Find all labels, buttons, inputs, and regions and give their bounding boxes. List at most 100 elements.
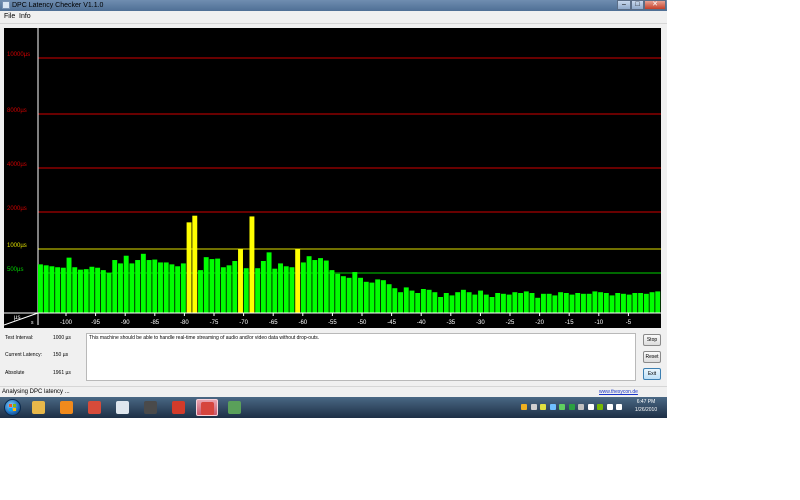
latency-chart: 10000µs 8000µs 4000µs 2000µs 1000µs 500µs µs s -…: [4, 28, 661, 328]
x-tick-label: -40: [417, 320, 426, 326]
latency-bar: [152, 259, 158, 313]
message-box: This machine should be able to handle re…: [86, 333, 636, 381]
latency-bar: [289, 267, 295, 313]
maximize-button[interactable]: □: [631, 0, 644, 10]
latency-bar: [192, 215, 198, 313]
clock-time[interactable]: 6:47 PM: [628, 399, 664, 405]
latency-bar: [363, 281, 369, 313]
y-unit-label: µs: [14, 315, 20, 321]
tray-app-4-icon[interactable]: [549, 404, 556, 410]
y-tick-label: 1000µs: [7, 243, 27, 249]
latency-bar: [283, 266, 289, 313]
latency-bar: [638, 293, 644, 313]
latency-bar: [586, 293, 592, 313]
latency-bar: [43, 265, 49, 313]
x-tick-label: -55: [328, 320, 337, 326]
app-window: DPC Latency Checker V1.1.0 – □ ✕ File In…: [0, 0, 667, 418]
test-interval-label: Test Interval:: [5, 335, 34, 341]
nvidia-icon[interactable]: [597, 404, 603, 410]
latency-bar: [352, 272, 358, 313]
status-message: This machine should be able to handle re…: [89, 335, 320, 341]
latency-bar: [552, 295, 558, 313]
close-button[interactable]: ✕: [644, 0, 666, 10]
y-tick-label: 2000µs: [7, 206, 27, 212]
test-interval-value: 1000 µs: [53, 335, 71, 341]
latency-bar: [432, 292, 438, 313]
latency-bar: [655, 291, 661, 313]
tray-app-5-icon[interactable]: [559, 404, 565, 410]
latency-bar: [563, 293, 569, 313]
x-tick-label: -45: [387, 320, 396, 326]
minimize-button[interactable]: –: [617, 0, 631, 10]
x-tick-label: -25: [506, 320, 515, 326]
taskbar-button[interactable]: [224, 399, 246, 416]
latency-bar: [295, 249, 301, 313]
reset-button[interactable]: Reset: [643, 351, 661, 363]
latency-bar: [403, 287, 409, 313]
latency-bar: [540, 293, 546, 313]
x-tick-label: -90: [121, 320, 130, 326]
taskbar-button[interactable]: [112, 399, 134, 416]
taskbar-button[interactable]: [56, 399, 78, 416]
x-unit-label: s: [31, 320, 34, 326]
tray-app-6-icon[interactable]: [568, 404, 575, 410]
latency-bar: [420, 289, 426, 313]
taskbar-button[interactable]: [196, 399, 218, 416]
network-signal-icon[interactable]: [606, 404, 613, 410]
volume-icon[interactable]: [616, 404, 622, 410]
latency-bar: [135, 260, 141, 313]
action-center-flag-icon[interactable]: [587, 404, 594, 410]
latency-bar: [106, 273, 112, 313]
x-tick-label: -65: [269, 320, 278, 326]
x-tick-label: -30: [476, 320, 485, 326]
latency-bar: [89, 266, 95, 313]
latency-bar: [335, 273, 341, 313]
tray-app-3-icon[interactable]: [540, 404, 546, 410]
exit-button[interactable]: Exit: [643, 368, 661, 380]
x-tick-label: -100: [60, 320, 73, 326]
latency-bar: [375, 279, 381, 313]
latency-bar: [169, 264, 175, 313]
x-tick-label: -50: [358, 320, 367, 326]
latency-bar: [123, 255, 129, 313]
taskbar-button[interactable]: [140, 399, 162, 416]
latency-bar: [415, 293, 421, 313]
taskbar-button[interactable]: [168, 399, 190, 416]
tray-app-1-icon[interactable]: [521, 404, 527, 410]
latency-bar: [146, 260, 152, 313]
latency-bar: [620, 293, 626, 313]
latency-bar: [163, 262, 169, 313]
x-tick-label: -75: [210, 320, 219, 326]
latency-bar: [449, 295, 455, 313]
latency-bar: [203, 257, 209, 313]
menu-info[interactable]: Info: [19, 11, 31, 23]
window-title: DPC Latency Checker V1.1.0: [12, 2, 104, 9]
latency-bar: [369, 282, 375, 313]
latency-bar: [198, 270, 203, 313]
taskbar-button[interactable]: [28, 399, 50, 416]
stop-button[interactable]: Stop: [643, 334, 661, 346]
latency-bar: [518, 293, 524, 313]
latency-bar: [66, 257, 72, 313]
tray-app-7-icon[interactable]: [578, 404, 584, 410]
current-latency-value: 150 µs: [53, 352, 69, 358]
latency-bar: [483, 294, 489, 313]
y-tick-label: 500µs: [7, 267, 23, 273]
clock-date[interactable]: 1/26/2010: [628, 407, 664, 413]
absolute-label: Absolute: [5, 370, 25, 376]
tray-app-2-icon[interactable]: [530, 404, 537, 410]
x-tick-label: -95: [91, 320, 100, 326]
latency-bar: [140, 253, 146, 313]
taskbar-button[interactable]: [84, 399, 106, 416]
latency-bar: [575, 293, 581, 313]
latency-bar: [220, 267, 226, 313]
latency-bar: [83, 269, 89, 313]
title-bar: DPC Latency Checker V1.1.0 – □ ✕: [0, 0, 667, 11]
latency-bar: [312, 260, 318, 313]
menu-file[interactable]: File: [4, 11, 15, 23]
latency-bar: [386, 284, 392, 313]
latency-bar: [72, 267, 78, 313]
burn-app-icon: [144, 401, 157, 414]
latency-bar: [535, 297, 541, 313]
start-button[interactable]: [4, 399, 21, 416]
